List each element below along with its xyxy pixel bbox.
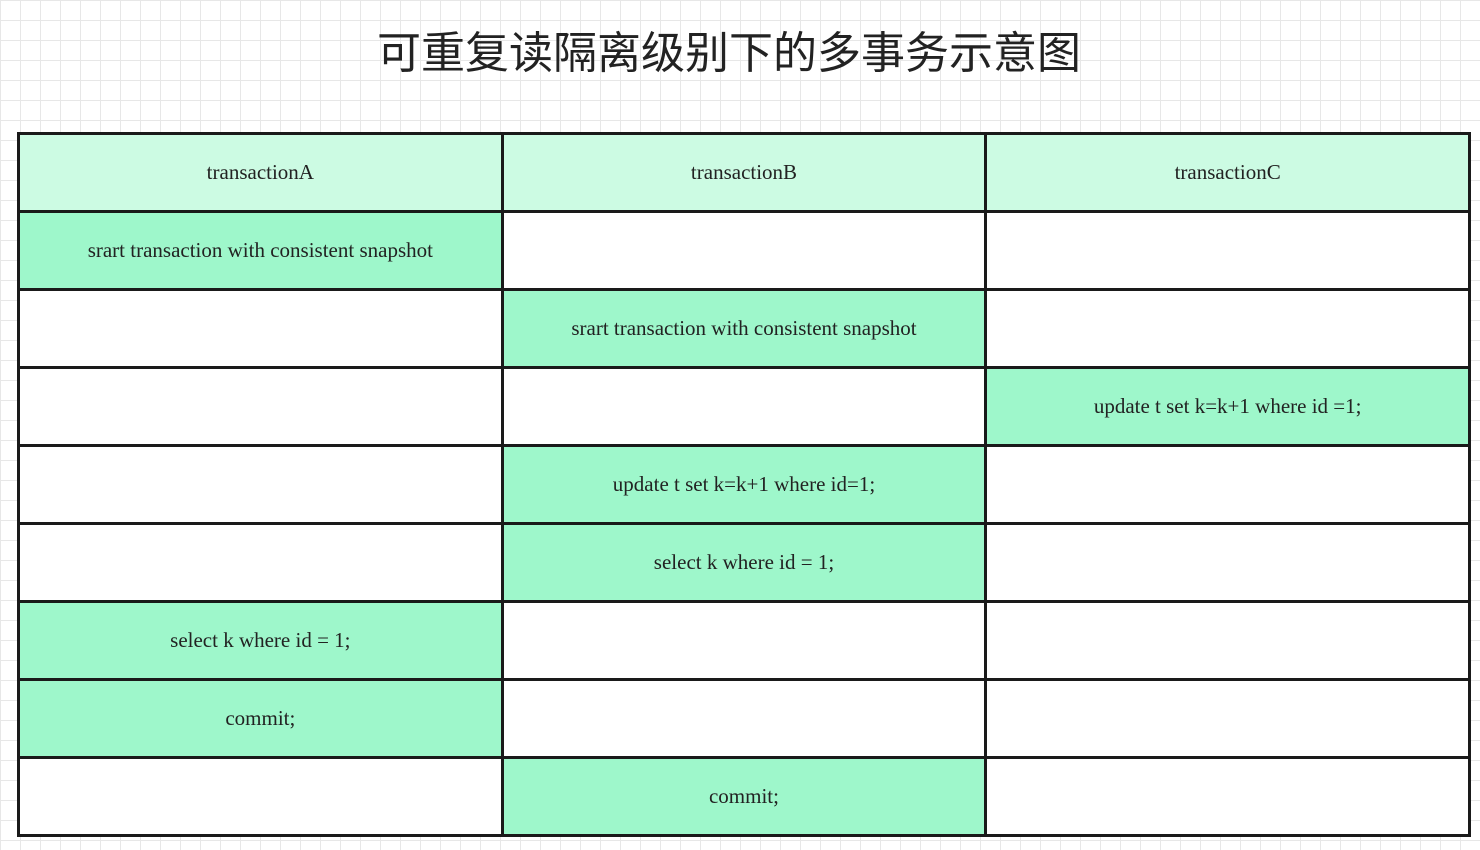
step-1-transaction-c bbox=[987, 213, 1468, 288]
step-5-transaction-b: select k where id = 1; bbox=[503, 525, 985, 600]
step-2-transaction-c bbox=[987, 291, 1468, 366]
step-4-transaction-c bbox=[987, 447, 1468, 522]
step-3-transaction-c: update t set k=k+1 where id =1; bbox=[987, 369, 1468, 444]
step-6-transaction-c bbox=[987, 603, 1468, 678]
step-5-transaction-c bbox=[987, 525, 1468, 600]
step-8-transaction-b: commit; bbox=[503, 759, 985, 834]
step-1-transaction-b bbox=[503, 213, 985, 288]
step-6-transaction-a: select k where id = 1; bbox=[20, 603, 501, 678]
step-2-transaction-b: srart transaction with consistent snapsh… bbox=[503, 291, 985, 366]
step-5-transaction-a bbox=[20, 525, 501, 600]
step-4-transaction-a bbox=[20, 447, 501, 522]
header-transaction-b: transactionB bbox=[503, 135, 985, 210]
diagram-title: 可重复读隔离级别下的多事务示意图 bbox=[377, 28, 1081, 79]
step-3-transaction-a bbox=[20, 369, 501, 444]
step-6-transaction-b bbox=[503, 603, 985, 678]
header-transaction-c: transactionC bbox=[987, 135, 1468, 210]
step-2-transaction-a bbox=[20, 291, 501, 366]
step-4-transaction-b: update t set k=k+1 where id=1; bbox=[503, 447, 985, 522]
step-7-transaction-c bbox=[987, 681, 1468, 756]
transaction-timeline-table: transactionA transactionB transactionC s… bbox=[17, 132, 1471, 837]
header-transaction-a: transactionA bbox=[20, 135, 501, 210]
step-3-transaction-b bbox=[503, 369, 985, 444]
step-1-transaction-a: srart transaction with consistent snapsh… bbox=[20, 213, 501, 288]
step-7-transaction-a: commit; bbox=[20, 681, 501, 756]
step-8-transaction-c bbox=[987, 759, 1468, 834]
step-8-transaction-a bbox=[20, 759, 501, 834]
step-7-transaction-b bbox=[503, 681, 985, 756]
